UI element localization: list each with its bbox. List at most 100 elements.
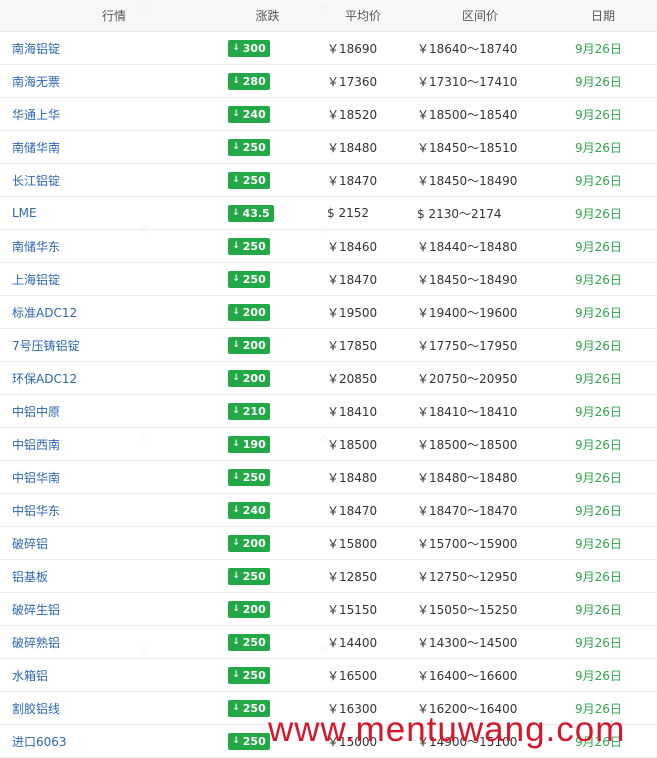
product-link[interactable]: 水箱铝 (12, 669, 48, 683)
product-link[interactable]: 南储华东 (12, 240, 60, 254)
table-row: 南海铝锭 ↓ 300 ￥18690 ￥18640～18740 9月26日 (0, 32, 657, 65)
down-arrow-icon: ↓ (232, 307, 240, 318)
product-link[interactable]: 南储华南 (12, 141, 60, 155)
row-date: 9月26日 (575, 635, 622, 650)
product-link[interactable]: 华通上华 (12, 108, 60, 122)
table-row: 中铝华南 ↓ 250 ￥18480 ￥18480～18480 9月26日 (0, 461, 657, 494)
row-avg-price: ￥18470 (327, 503, 378, 518)
row-avg-price: ￥18470 (327, 272, 378, 287)
down-arrow-icon: ↓ (232, 472, 240, 483)
product-link[interactable]: LME (12, 206, 37, 220)
row-date: 9月26日 (575, 470, 622, 485)
product-link[interactable]: 7号压铸铝锭 (12, 339, 80, 353)
row-name-cell: 标准ADC12 (0, 304, 210, 321)
change-badge: ↓ 250 (228, 171, 270, 189)
row-date: 9月26日 (575, 206, 622, 221)
product-link[interactable]: 割胶铝线 (12, 702, 60, 716)
change-value: 250 (242, 635, 266, 649)
row-range-price: ￥18440～18480 (417, 239, 518, 254)
row-change-cell: ↓ 200 (210, 303, 323, 321)
row-avg-price: ￥17850 (327, 338, 378, 353)
product-link[interactable]: 环保ADC12 (12, 372, 77, 386)
row-change-cell: ↓ 300 (210, 39, 323, 57)
row-date: 9月26日 (575, 701, 622, 716)
change-badge: ↓ 280 (228, 72, 270, 90)
price-table: 行情 涨跌 平均价 区间价 日期 南海铝锭 ↓ 300 ￥18690 ￥18640～18… (0, 0, 657, 758)
row-avg-price: ￥12850 (327, 569, 378, 584)
table-row: 破碎熟铝 ↓ 250 ￥14400 ￥14300～14500 9月26日 (0, 626, 657, 659)
row-avg-price: ￥15150 (327, 602, 378, 617)
row-change-cell: ↓ 240 (210, 501, 323, 519)
change-badge: ↓ 250 (228, 237, 270, 255)
change-badge: ↓ 250 (228, 699, 270, 717)
row-date: 9月26日 (575, 338, 622, 353)
down-arrow-icon: ↓ (232, 604, 240, 615)
product-link[interactable]: 中铝中原 (12, 405, 60, 419)
row-name-cell: 长江铝锭 (0, 172, 210, 189)
product-link[interactable]: 南海铝锭 (12, 42, 60, 56)
down-arrow-icon: ↓ (232, 175, 240, 186)
product-link[interactable]: 长江铝锭 (12, 174, 60, 188)
product-link[interactable]: 进口6063 (12, 735, 67, 749)
change-value: 300 (242, 41, 266, 55)
row-name-cell: 水箱铝 (0, 667, 210, 684)
down-arrow-icon: ↓ (232, 142, 240, 153)
product-link[interactable]: 上海铝锭 (12, 273, 60, 287)
product-link[interactable]: 破碎生铝 (12, 603, 60, 617)
product-link[interactable]: 中铝华南 (12, 471, 60, 485)
change-badge: ↓ 250 (228, 567, 270, 585)
change-value: 240 (242, 503, 266, 517)
table-row: 破碎铝 ↓ 200 ￥15800 ￥15700～15900 9月26日 (0, 527, 657, 560)
change-badge: ↓ 190 (228, 435, 270, 453)
row-avg-price: $ 2152 (327, 206, 369, 220)
row-avg-price: ￥15000 (327, 734, 378, 749)
down-arrow-icon: ↓ (232, 637, 240, 648)
product-link[interactable]: 破碎铝 (12, 537, 48, 551)
change-value: 200 (242, 338, 266, 352)
row-range-price: ￥20750～20950 (417, 371, 518, 386)
change-value: 250 (242, 701, 266, 715)
row-date: 9月26日 (575, 140, 622, 155)
table-row: 标准ADC12 ↓ 200 ￥19500 ￥19400～19600 9月26日 (0, 296, 657, 329)
row-date: 9月26日 (575, 74, 622, 89)
product-link[interactable]: 中铝华东 (12, 504, 60, 518)
change-value: 43.5 (242, 206, 270, 220)
row-range-price: ￥18500～18540 (417, 107, 518, 122)
row-change-cell: ↓ 250 (210, 270, 323, 288)
row-range-price: ￥18450～18490 (417, 272, 518, 287)
row-change-cell: ↓ 200 (210, 534, 323, 552)
row-name-cell: 割胶铝线 (0, 700, 210, 717)
row-name-cell: 破碎生铝 (0, 601, 210, 618)
down-arrow-icon: ↓ (232, 439, 240, 450)
change-value: 250 (242, 272, 266, 286)
change-badge: ↓ 250 (228, 270, 270, 288)
row-range-price: ￥12750～12950 (417, 569, 518, 584)
table-row: 华通上华 ↓ 240 ￥18520 ￥18500～18540 9月26日 (0, 98, 657, 131)
product-link[interactable]: 中铝西南 (12, 438, 60, 452)
product-link[interactable]: 破碎熟铝 (12, 636, 60, 650)
down-arrow-icon: ↓ (232, 538, 240, 549)
down-arrow-icon: ↓ (232, 43, 240, 54)
change-value: 250 (242, 173, 266, 187)
row-date: 9月26日 (575, 404, 622, 419)
row-name-cell: 上海铝锭 (0, 271, 210, 288)
table-row: 铝基板 ↓ 250 ￥12850 ￥12750～12950 9月26日 (0, 560, 657, 593)
row-date: 9月26日 (575, 272, 622, 287)
row-range-price: $ 2130～2174 (417, 206, 502, 221)
row-range-price: ￥14900～15100 (417, 734, 518, 749)
product-link[interactable]: 标准ADC12 (12, 306, 77, 320)
row-range-price: ￥16200～16400 (417, 701, 518, 716)
down-arrow-icon: ↓ (232, 109, 240, 120)
row-change-cell: ↓ 43.5 (210, 204, 323, 222)
header-date: 日期 (591, 9, 616, 23)
row-date: 9月26日 (575, 305, 622, 320)
product-link[interactable]: 铝基板 (12, 570, 48, 584)
table-row: 环保ADC12 ↓ 200 ￥20850 ￥20750～20950 9月26日 (0, 362, 657, 395)
row-name-cell: 南海铝锭 (0, 40, 210, 57)
change-value: 250 (242, 668, 266, 682)
table-row: 长江铝锭 ↓ 250 ￥18470 ￥18450～18490 9月26日 (0, 164, 657, 197)
change-badge: ↓ 240 (228, 501, 270, 519)
change-value: 200 (242, 305, 266, 319)
product-link[interactable]: 南海无票 (12, 75, 60, 89)
row-change-cell: ↓ 210 (210, 402, 323, 420)
